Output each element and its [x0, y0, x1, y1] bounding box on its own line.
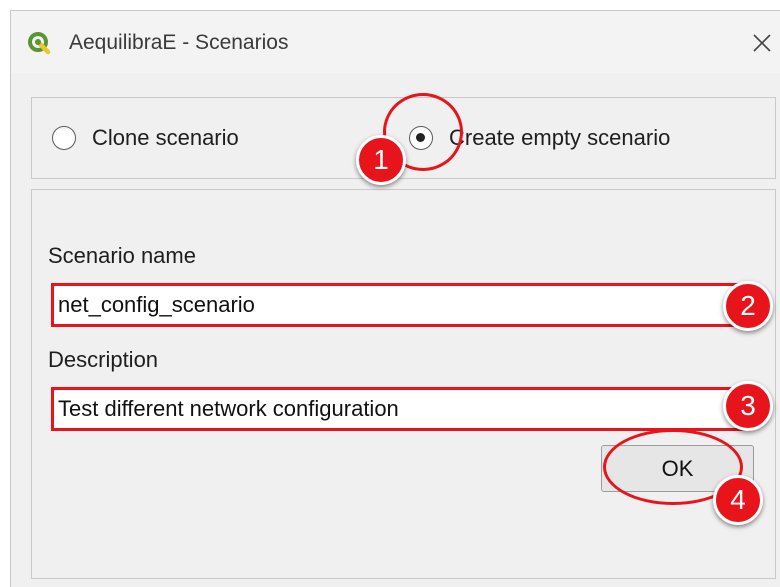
description-label: Description: [48, 347, 159, 372]
title-bar: AequilibraE - Scenarios: [11, 11, 780, 73]
scenario-name-label: Scenario name: [48, 243, 196, 268]
radio-button-unchecked[interactable]: [52, 126, 76, 150]
annotation-badge-2: 2: [723, 281, 773, 331]
window-title: AequilibraE - Scenarios: [69, 31, 289, 54]
create-empty-scenario-label: Create empty scenario: [449, 125, 671, 150]
qgis-icon: [28, 32, 51, 55]
annotation-badge-3: 3: [723, 381, 773, 431]
annotation-badge-4: 4: [713, 475, 763, 525]
radio-button-checked[interactable]: [409, 126, 433, 150]
annotation-badge-1: 1: [356, 135, 406, 185]
description-input[interactable]: [51, 387, 751, 431]
create-empty-scenario-radio[interactable]: Create empty scenario: [409, 124, 670, 152]
scenario-form-panel: Scenario name Description: [31, 189, 776, 579]
scenario-name-input[interactable]: [51, 283, 751, 327]
clone-scenario-radio[interactable]: Clone scenario: [52, 124, 239, 152]
scenarios-dialog: AequilibraE - Scenarios Clone scenario C…: [10, 10, 780, 587]
clone-scenario-label: Clone scenario: [92, 125, 239, 150]
close-icon[interactable]: [747, 28, 777, 58]
